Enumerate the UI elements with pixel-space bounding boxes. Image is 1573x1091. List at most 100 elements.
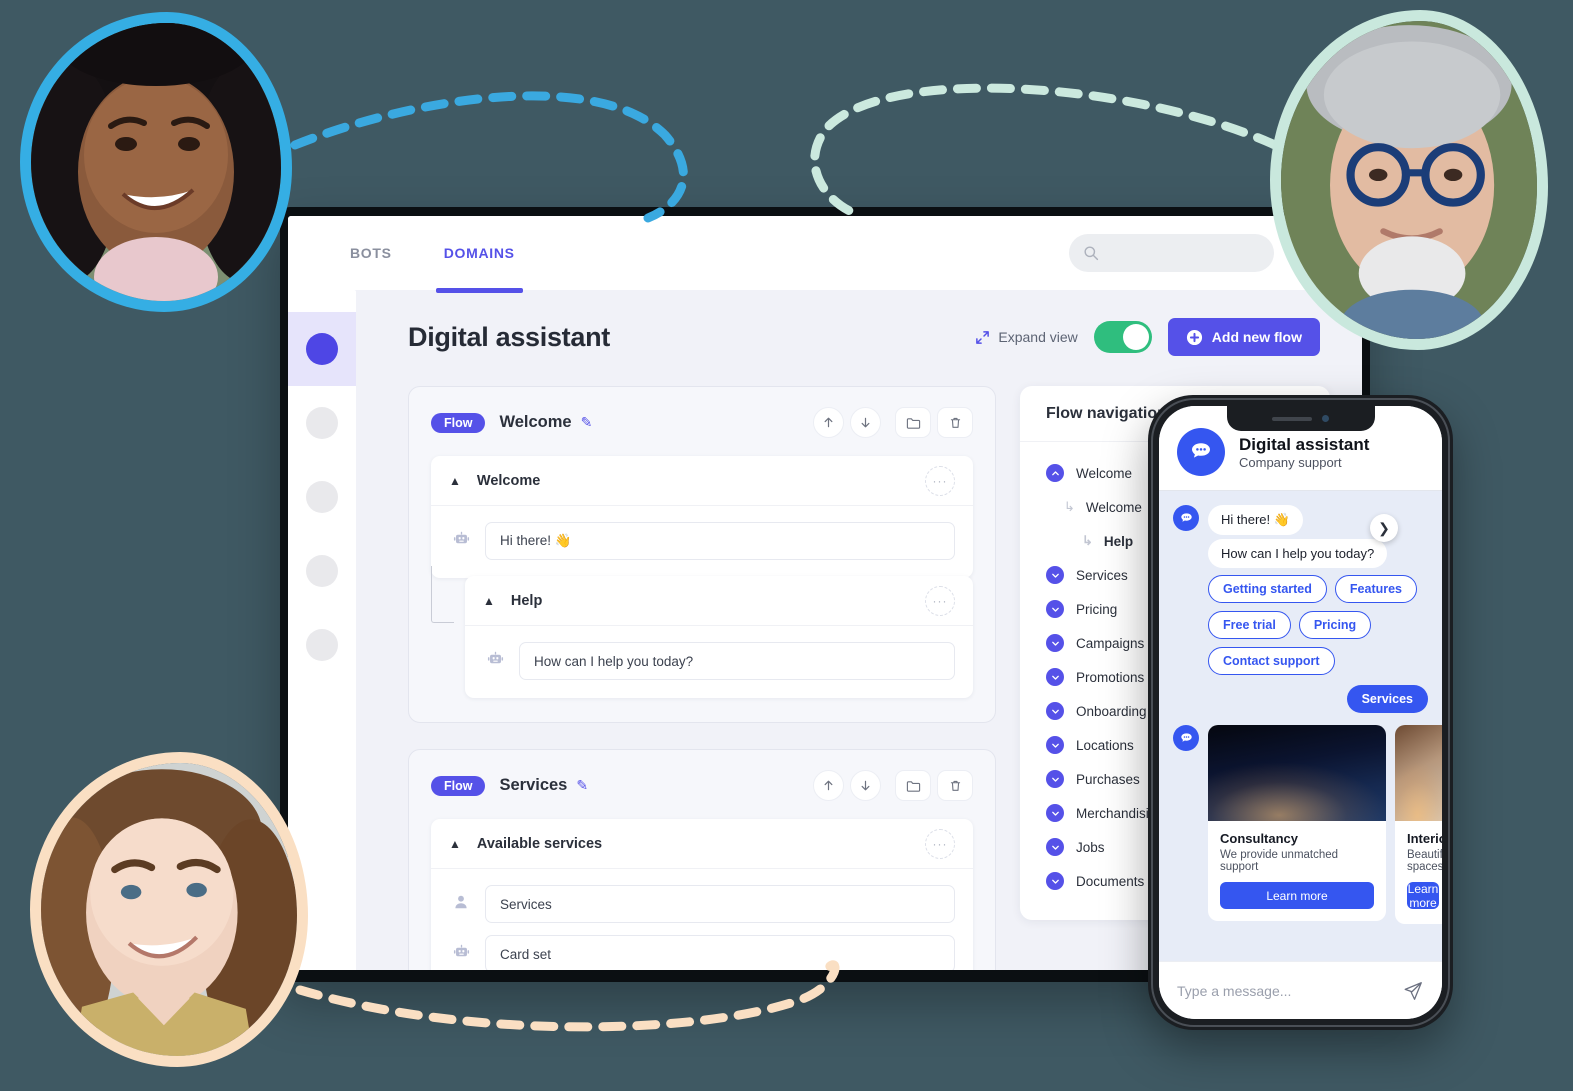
camera-icon <box>1322 415 1329 422</box>
chat-header-text: Digital assistant Company support <box>1239 434 1369 470</box>
message-input[interactable]: Type a message... <box>1177 983 1402 999</box>
flow-header: Flow Welcome ✎ <box>431 407 973 438</box>
nav-tabs: BOTS DOMAINS <box>324 216 541 293</box>
delete-button[interactable] <box>937 407 973 438</box>
carousel-card-next[interactable]: Interiors Beautiful spaces Learn more <box>1395 725 1442 924</box>
sidebar-item-4[interactable] <box>288 534 356 608</box>
person-photo-1 <box>31 23 281 301</box>
node-more-button[interactable]: ··· <box>925 828 955 859</box>
chat-subtitle: Company support <box>1239 455 1342 471</box>
send-icon[interactable] <box>1402 980 1424 1002</box>
move-up-button[interactable] <box>813 770 844 801</box>
user-icon <box>449 894 473 915</box>
chevron-up-icon[interactable]: ▲ <box>449 474 461 488</box>
bot-avatar <box>1173 505 1199 531</box>
carousel-card-consultancy[interactable]: Consultancy We provide unmatched support… <box>1208 725 1386 921</box>
quick-reply-features[interactable]: Features <box>1334 575 1418 603</box>
chevron-up-icon[interactable]: ▲ <box>449 837 461 851</box>
chat-bubble-icon <box>1192 443 1210 458</box>
page-header: Digital assistant Expand view Add new fl… <box>408 318 1320 356</box>
message-field[interactable]: How can I help you today? <box>519 642 955 680</box>
node-title: Welcome <box>476 472 541 489</box>
sidebar-item-2[interactable] <box>288 386 356 460</box>
avatar-bubble-person-2 <box>1270 10 1548 350</box>
flow-badge: Flow <box>431 412 486 433</box>
node-header[interactable]: ▲ Welcome ··· <box>431 456 973 506</box>
card-learn-more-button[interactable]: Learn more <box>1220 882 1374 909</box>
card-subtitle: Beautiful spaces <box>1407 849 1442 873</box>
speaker-icon <box>1272 416 1312 421</box>
flow-title: Services <box>499 776 568 794</box>
flow-nav-label: Locations <box>1076 737 1134 753</box>
chevron-down-circle-icon <box>1046 600 1064 618</box>
quick-reply-free-trial[interactable]: Free trial <box>1208 611 1291 639</box>
folder-button[interactable] <box>895 407 931 438</box>
chat-logo <box>1177 428 1225 476</box>
flow-card-services: Flow Services ✎ ▲ Available services ···… <box>408 749 996 970</box>
node-more-button[interactable]: ··· <box>925 465 955 496</box>
phone-notch <box>1226 406 1375 431</box>
flow-nav-label: Help <box>1103 533 1134 549</box>
bot-icon <box>483 650 507 672</box>
sidebar-item-1[interactable] <box>288 312 356 386</box>
node-header[interactable]: ▲ Help ··· <box>465 576 973 626</box>
message-field[interactable]: Hi there! 👋 <box>485 522 955 560</box>
card-title: Interiors <box>1407 831 1442 846</box>
bot-message-row-2: How can I help you today? <box>1208 539 1428 568</box>
chevron-up-circle-icon <box>1046 464 1064 482</box>
edit-pencil-icon[interactable]: ✎ <box>581 414 593 431</box>
arrow-up-icon <box>824 780 833 791</box>
folder-icon <box>906 780 920 792</box>
person-photo-2 <box>1281 21 1537 339</box>
node-help: ▲ Help ··· How can I help you today? <box>465 576 973 698</box>
node-welcome: ▲ Welcome ··· Hi there! 👋 <box>431 456 973 578</box>
avatar-bubble-person-1 <box>20 12 292 312</box>
quick-reply-pricing[interactable]: Pricing <box>1298 611 1372 639</box>
tab-domains[interactable]: DOMAINS <box>418 216 541 293</box>
node-more-button[interactable]: ··· <box>925 585 955 616</box>
phone-screen: Digital assistant Company support Hi the… <box>1159 406 1442 1019</box>
node-header[interactable]: ▲ Available services ··· <box>431 819 973 869</box>
flows-column: Flow Welcome ✎ ▲ Welcome ··· Hi there! 👋… <box>408 386 996 970</box>
card-learn-more-button[interactable]: Learn more <box>1407 882 1439 910</box>
folder-button[interactable] <box>895 770 931 801</box>
quick-reply-contact-support[interactable]: Contact support <box>1208 647 1335 675</box>
delete-button[interactable] <box>937 770 973 801</box>
node-title: Help <box>510 592 543 609</box>
card-image <box>1395 725 1442 821</box>
flow-nav-label: Welcome <box>1085 499 1142 515</box>
node-row: How can I help you today? <box>483 642 955 680</box>
flow-nav-label: Promotions <box>1076 669 1145 685</box>
sub-arrow-icon: ↳ <box>1082 533 1093 548</box>
node-row: Card set <box>449 935 955 970</box>
expand-view-toggle[interactable] <box>1093 321 1152 353</box>
avatar-bubble-person-3 <box>30 752 308 1067</box>
move-down-button[interactable] <box>850 770 881 801</box>
chevron-up-icon[interactable]: ▲ <box>483 594 495 608</box>
chevron-down-circle-icon <box>1046 668 1064 686</box>
edit-pencil-icon[interactable]: ✎ <box>576 777 588 794</box>
tab-bots[interactable]: BOTS <box>324 216 418 290</box>
node-title: Available services <box>476 835 603 852</box>
move-down-button[interactable] <box>850 407 881 438</box>
dashed-line-blue <box>290 91 688 223</box>
sidebar-item-3[interactable] <box>288 460 356 534</box>
arrow-down-icon <box>861 417 870 428</box>
person-photo-3 <box>41 763 297 1056</box>
user-input-field[interactable]: Services <box>485 885 955 923</box>
card-content: Consultancy We provide unmatched support… <box>1208 821 1386 921</box>
carousel-next-button[interactable]: ❯ <box>1370 514 1398 542</box>
card-image <box>1208 725 1386 821</box>
chevron-down-circle-icon <box>1046 804 1064 822</box>
card-set-field[interactable]: Card set <box>485 935 955 970</box>
expand-view-control[interactable]: Expand view <box>975 329 1078 345</box>
user-message-bubble: Services <box>1346 685 1428 713</box>
card-title: Consultancy <box>1220 831 1299 846</box>
flow-action-buttons <box>813 407 973 438</box>
quick-reply-getting-started[interactable]: Getting started <box>1208 575 1327 603</box>
search-input[interactable] <box>1069 234 1274 272</box>
chevron-down-circle-icon <box>1046 872 1064 890</box>
move-up-button[interactable] <box>813 407 844 438</box>
flow-nav-label: Purchases <box>1076 771 1140 787</box>
sidebar-item-5[interactable] <box>288 608 356 682</box>
